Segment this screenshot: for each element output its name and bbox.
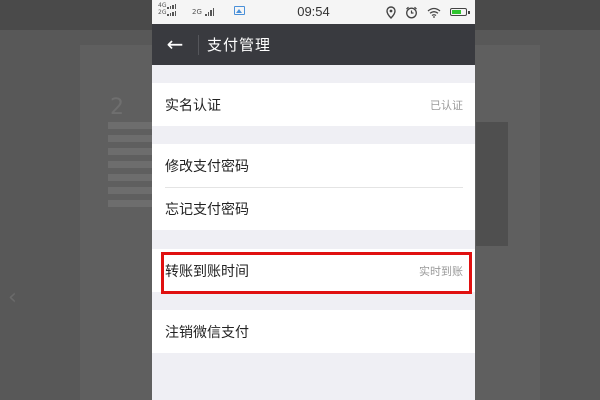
group-identity: 实名认证 已认证 [152,83,475,126]
cell-label: 修改支付密码 [165,158,249,175]
group-transfer: 转账到账时间 实时到账 [152,249,475,292]
nav-divider [198,34,199,55]
page-title: 支付管理 [207,36,272,54]
battery-icon [450,8,470,16]
cell-forgot-payment-password[interactable]: 忘记支付密码 [152,187,475,230]
location-icon [386,5,396,19]
cell-change-payment-password[interactable]: 修改支付密码 [152,144,475,187]
cell-value: 实时到账 [419,264,463,278]
cell-label: 忘记支付密码 [165,201,249,218]
navigation-bar: ← 支付管理 [152,24,475,65]
wifi-icon [427,7,441,18]
cell-value: 已认证 [430,98,463,112]
cell-label: 注销微信支付 [165,324,249,341]
chevron-left-icon: ‹ [8,285,17,310]
background-text-lines [108,122,158,213]
cell-real-name-verification[interactable]: 实名认证 已认证 [152,83,475,126]
phone-screen: 4G 2G 2G 09:54 ← 支付管理 实名认证 已认证 修改支付密码 忘记… [152,0,475,400]
cell-label: 转账到账时间 [165,263,249,280]
background-card [476,122,508,246]
alarm-icon [406,6,417,18]
back-arrow-icon[interactable]: ← [152,24,198,65]
cell-transfer-arrival-time[interactable]: 转账到账时间 实时到账 [152,249,475,292]
group-password: 修改支付密码 忘记支付密码 [152,144,475,230]
cell-label: 实名认证 [165,97,221,114]
status-bar: 4G 2G 2G 09:54 [152,0,475,24]
status-icons [386,3,470,21]
screenshot-stage: 2 ‹ 4G 2G 2G 09:54 ← 支付管理 实名认证 已认证 修改支付密… [0,0,600,400]
group-deactivate: 注销微信支付 [152,310,475,353]
cell-deactivate-wechat-pay[interactable]: 注销微信支付 [152,310,475,353]
background-step-number: 2 [110,95,124,120]
